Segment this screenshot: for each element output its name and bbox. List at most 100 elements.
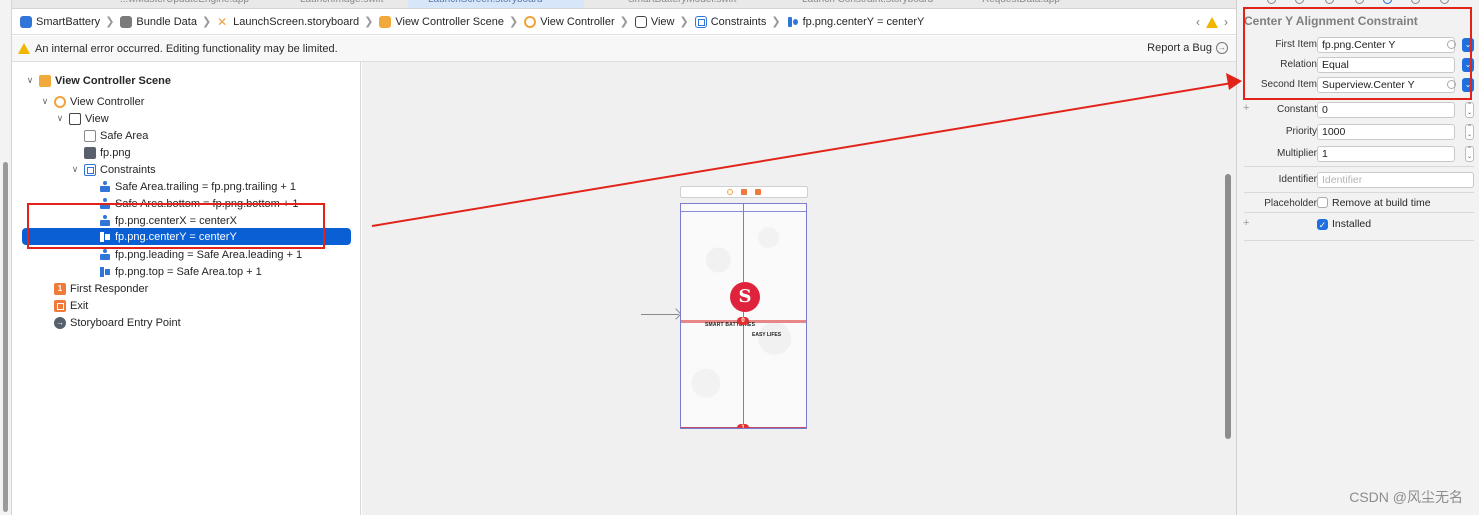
view-icon	[69, 112, 81, 125]
second-item-field[interactable]: Superview.Center Y	[1317, 77, 1455, 93]
second-item-row: Second Item Superview.Center Y ⌄	[1237, 77, 1479, 93]
identifier-field[interactable]: Identifier	[1317, 172, 1474, 188]
outline-item-view[interactable]: ∨ View	[54, 110, 109, 127]
relation-popup-button[interactable]: ⌄	[1462, 58, 1474, 72]
view-controller-icon	[524, 15, 537, 28]
outline-item-view-controller[interactable]: ∨ View Controller	[39, 93, 144, 110]
view-controller-dock-icon[interactable]	[727, 189, 733, 195]
safe-area-icon	[84, 129, 96, 142]
relation-row: Relation Equal ⌄	[1237, 57, 1479, 73]
warning-icon	[18, 43, 30, 54]
first-responder-icon: 1	[54, 282, 66, 295]
outline-constraint-top[interactable]: fp.png.top = Safe Area.top + 1	[99, 263, 262, 280]
storyboard-canvas[interactable]: S SMART BATTERIES EASY LIFES 0 1	[362, 62, 1236, 515]
crumb-view[interactable]: View ❯	[634, 15, 695, 28]
editor-tab-strip[interactable]: ...wMasterUpdateEngine.app LaunchImage.s…	[12, 0, 1236, 9]
outline-item-exit[interactable]: Exit	[54, 297, 88, 314]
error-banner: An internal error occurred. Editing func…	[12, 36, 1236, 62]
canvas-scrollbar[interactable]	[1225, 174, 1231, 439]
outline-item-entry-point[interactable]: → Storyboard Entry Point	[54, 314, 181, 331]
installed-checkbox[interactable]: ✓	[1317, 219, 1328, 230]
error-message: An internal error occurred. Editing func…	[35, 42, 338, 55]
center-x-constraint-icon	[99, 214, 111, 227]
entry-point-arrow[interactable]	[641, 314, 679, 315]
leading-constraint-icon	[99, 248, 111, 261]
inspector-tabs[interactable]	[1237, 0, 1479, 6]
crumb-storyboard[interactable]: ✕ LaunchScreen.storyboard ❯	[217, 15, 379, 29]
tab-fragment[interactable]: Launch Constraint.storyboard	[802, 0, 933, 8]
crumb-constraints[interactable]: Constraints ❯	[694, 15, 787, 28]
scene-dock[interactable]	[680, 186, 808, 198]
left-scrollbar-thumb[interactable]	[3, 162, 8, 512]
outline-item-first-responder[interactable]: 1 First Responder	[54, 280, 148, 297]
constraint-badge-bottom[interactable]: 1	[737, 424, 749, 428]
chevron-right-icon: ❯	[105, 16, 115, 28]
constant-stepper[interactable]: ⌃ ⌄	[1465, 102, 1474, 118]
tab-fragment-active[interactable]: LaunchScreen.storyboard	[408, 0, 584, 8]
constant-field[interactable]: 0	[1317, 102, 1455, 118]
chevron-right-icon[interactable]: ›	[1224, 15, 1228, 29]
inspector-tab-icon[interactable]	[1355, 0, 1364, 4]
crumb-scene[interactable]: View Controller Scene ❯	[379, 15, 524, 28]
disclosure-down-icon[interactable]: ∨	[54, 113, 66, 124]
target-icon[interactable]	[1447, 80, 1456, 89]
left-scroll-strip[interactable]	[0, 0, 12, 515]
divider	[1244, 166, 1474, 167]
inspector-tab-icon[interactable]	[1267, 0, 1276, 4]
add-installed-variation-icon[interactable]: +	[1243, 217, 1249, 229]
tab-fragment[interactable]: SmartBatteryModel.swift	[628, 0, 736, 8]
crumb-constraint[interactable]: fp.png.centerY = centerY	[787, 16, 924, 28]
outline-item-safe-area[interactable]: Safe Area	[84, 127, 148, 144]
view-icon	[634, 15, 647, 28]
exit-icon	[54, 299, 66, 312]
target-icon[interactable]	[1447, 40, 1456, 49]
multiplier-stepper[interactable]: ⌃ ⌄	[1465, 146, 1474, 162]
center-y-constraint-icon	[787, 16, 799, 28]
first-item-field[interactable]: fp.png.Center Y	[1317, 37, 1455, 53]
constraint-badge-center[interactable]: 0	[737, 317, 749, 325]
watermark: CSDN @风尘无名	[1349, 489, 1463, 505]
crumb-view-controller[interactable]: View Controller ❯	[524, 15, 635, 28]
bottom-constraint-icon	[99, 197, 111, 210]
multiplier-field[interactable]: 1	[1317, 146, 1455, 162]
first-item-popup-button[interactable]: ⌄	[1462, 38, 1474, 52]
chevron-left-icon[interactable]: ‹	[1196, 15, 1200, 29]
priority-field[interactable]: 1000	[1317, 124, 1455, 140]
disclosure-down-icon[interactable]: ∨	[69, 164, 81, 175]
constraints-icon	[84, 163, 96, 176]
outline-constraint-bottom[interactable]: Safe Area.bottom = fp.png.bottom + 1	[99, 195, 298, 212]
disclosure-down-icon[interactable]: ∨	[24, 75, 36, 86]
tab-fragment[interactable]: ...wMasterUpdateEngine.app	[120, 0, 249, 8]
outline-item-scene[interactable]: ∨ View Controller Scene	[24, 72, 171, 89]
outline-item-image[interactable]: fp.png	[84, 144, 131, 161]
tab-fragment[interactable]: RequestData.app	[982, 0, 1060, 8]
device-frame[interactable]: S SMART BATTERIES EASY LIFES 0 1	[680, 203, 807, 429]
tab-fragment[interactable]: LaunchImage.swift	[300, 0, 383, 8]
scene-icon	[379, 15, 392, 28]
inspector-tab-icon[interactable]	[1411, 0, 1420, 4]
second-item-popup-button[interactable]: ⌄	[1462, 78, 1474, 92]
first-responder-dock-icon[interactable]	[741, 189, 747, 195]
outline-constraint-leading[interactable]: fp.png.leading = Safe Area.leading + 1	[99, 246, 302, 263]
crumb-project[interactable]: SmartBattery ❯	[20, 15, 120, 28]
disclosure-down-icon[interactable]: ∨	[39, 96, 51, 107]
inspector-tab-icon-active[interactable]	[1383, 0, 1392, 4]
inspector-tab-icon[interactable]	[1440, 0, 1449, 4]
chevron-right-icon: ❯	[679, 16, 689, 28]
app-logo: S	[730, 282, 760, 312]
exit-dock-icon[interactable]	[755, 189, 761, 195]
brand-text-line2: EASY LIFES	[752, 332, 782, 338]
warning-icon[interactable]	[1206, 16, 1218, 28]
outline-constraint-center-y[interactable]: fp.png.centerY = centerY	[22, 228, 351, 245]
relation-select[interactable]: Equal	[1317, 57, 1455, 73]
divider	[1244, 212, 1474, 213]
report-bug-button[interactable]: Report a Bug →	[1147, 42, 1228, 54]
priority-stepper[interactable]: ⌃ ⌄	[1465, 124, 1474, 140]
inspector-tab-icon[interactable]	[1295, 0, 1304, 4]
remove-at-build-checkbox[interactable]	[1317, 197, 1328, 208]
outline-item-constraints[interactable]: ∨ Constraints	[69, 161, 156, 178]
inspector-tab-icon[interactable]	[1325, 0, 1334, 4]
outline-constraint-trailing[interactable]: Safe Area.trailing = fp.png.trailing + 1	[99, 178, 296, 195]
outline-constraint-center-x[interactable]: fp.png.centerX = centerX	[99, 212, 237, 229]
crumb-folder[interactable]: Bundle Data ❯	[120, 15, 217, 28]
